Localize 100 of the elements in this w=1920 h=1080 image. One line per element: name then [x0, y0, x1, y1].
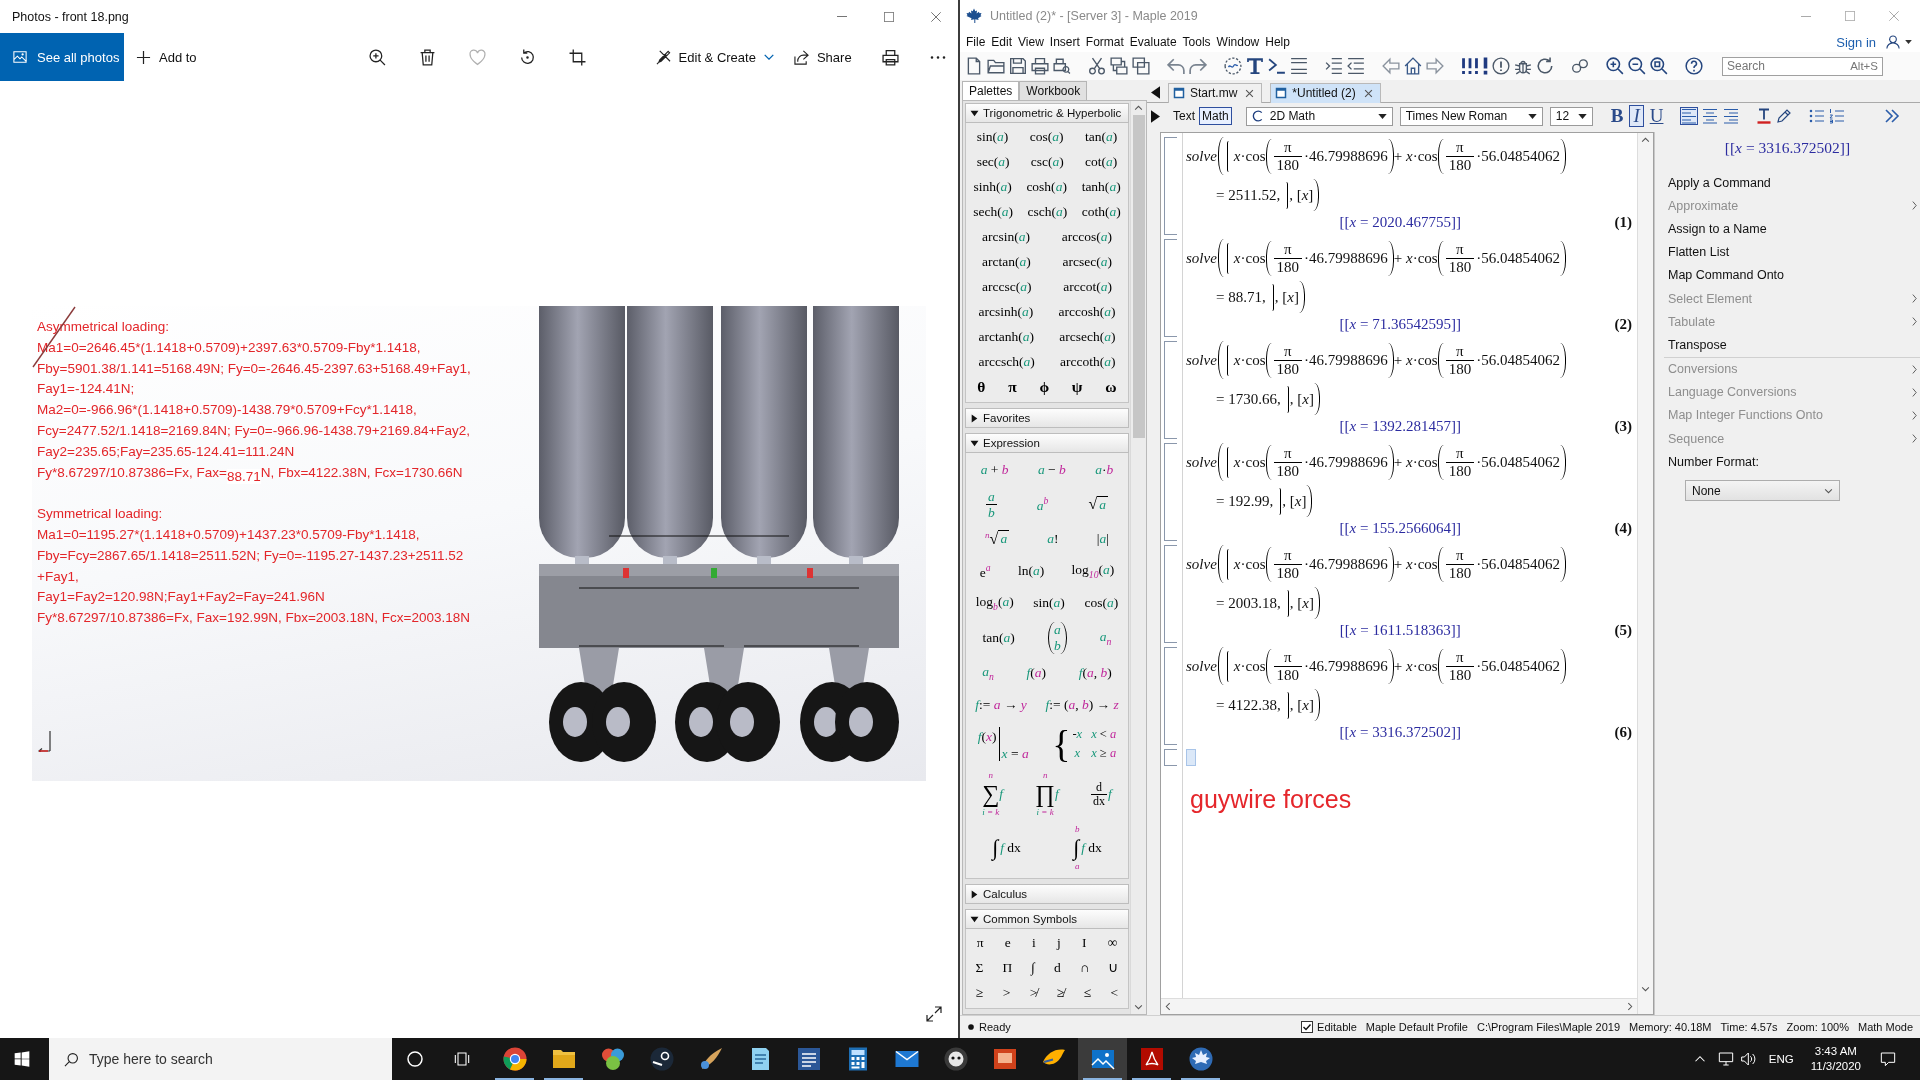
insert-text-icon[interactable] — [1246, 57, 1264, 75]
palette-item[interactable]: a! — [1046, 531, 1060, 547]
align-center-icon[interactable] — [1702, 108, 1719, 124]
palette-item[interactable]: ψ — [1070, 377, 1084, 396]
palette-item[interactable]: ∪ — [1107, 959, 1120, 976]
mode-toggle[interactable]: Math — [1199, 107, 1232, 125]
document-icon[interactable] — [1139, 1047, 1164, 1071]
document-icon[interactable] — [796, 1047, 821, 1071]
new-document-icon[interactable] — [965, 57, 983, 75]
search-field[interactable]: Search Alt+S — [1722, 56, 1883, 76]
section-icon[interactable] — [1290, 57, 1308, 75]
menu-item[interactable]: Evaluate — [1126, 35, 1180, 49]
palette-item[interactable]: f:= (a, b) → z — [1044, 697, 1120, 713]
print-icon[interactable] — [881, 48, 899, 66]
palette-item[interactable]: arccosh(a) — [1057, 303, 1117, 320]
palette-item[interactable]: cos(a) — [1028, 128, 1065, 145]
user-icon[interactable] — [1886, 35, 1900, 49]
palette-item[interactable]: f(a, b) — [1077, 665, 1113, 681]
palette-item[interactable]: |a| — [1095, 531, 1110, 547]
palette-item[interactable]: ≥ — [974, 984, 985, 1001]
palette-item[interactable]: sech(a) — [972, 203, 1014, 220]
menu-item[interactable]: Edit — [988, 35, 1016, 49]
palette-item[interactable]: a$^{b}$ — [1035, 495, 1050, 514]
palette-item[interactable]: tanh(a) — [1080, 178, 1122, 195]
task-view-icon[interactable] — [454, 1051, 470, 1067]
scroll-right-icon[interactable] — [1627, 1002, 1633, 1011]
exclamation-icon[interactable] — [1483, 57, 1488, 75]
palette-item[interactable]: I — [1081, 934, 1088, 951]
folder-icon[interactable] — [551, 1047, 576, 1071]
palette-item[interactable]: < — [1109, 984, 1120, 1001]
palette-item[interactable]: ∞ — [1106, 934, 1119, 951]
palette-item[interactable]: arctan(a) — [980, 253, 1032, 270]
brush-icon[interactable] — [698, 1047, 723, 1071]
scrollbar[interactable] — [1161, 998, 1637, 1014]
palette-header[interactable]: Expression — [965, 433, 1129, 453]
collapse-left-icon[interactable] — [1151, 85, 1160, 99]
scroll-left-icon[interactable] — [1165, 1002, 1171, 1011]
palette-item[interactable]: arccoth(a) — [1058, 353, 1117, 370]
size-dropdown[interactable]: 12 — [1549, 106, 1593, 126]
search-input[interactable]: Search — [1723, 57, 1851, 75]
print-icon[interactable] — [1031, 57, 1049, 75]
palette-item[interactable]: arccsc(a) — [980, 278, 1033, 295]
scrollbar-thumb[interactable] — [1132, 115, 1145, 438]
palette-item[interactable]: f(x) x = a — [976, 727, 1030, 761]
palette-item[interactable]: tan(a) — [981, 630, 1016, 646]
zoom-out-icon[interactable] — [1628, 57, 1646, 75]
palette-item[interactable]: cosh(a) — [1025, 178, 1068, 195]
menu-item[interactable]: View — [1015, 35, 1047, 49]
palette-item[interactable]: sec(a) — [975, 153, 1011, 170]
circles-app-icon[interactable] — [600, 1047, 625, 1071]
maximize-icon[interactable] — [884, 11, 894, 22]
undo-icon[interactable] — [1167, 57, 1185, 75]
menu-item[interactable]: Format — [1082, 35, 1127, 49]
scissors-icon[interactable] — [1088, 57, 1106, 75]
worksheet[interactable] — [1160, 132, 1654, 1015]
notification-icon[interactable] — [1880, 1051, 1896, 1067]
text-region-icon[interactable] — [1224, 57, 1242, 75]
bullet-list-icon[interactable] — [1809, 108, 1826, 124]
palette-item[interactable]: ω — [1104, 377, 1118, 396]
menu-item[interactable]: Assign to a Name — [1668, 221, 1767, 236]
panel-tab[interactable]: Workbook — [1019, 81, 1088, 100]
clock-date[interactable]: 11/3/2020 — [1810, 1059, 1861, 1074]
see-all-photos-button[interactable]: See all photos — [0, 33, 124, 81]
palette-item[interactable]: > — [1001, 984, 1012, 1001]
refresh-icon[interactable] — [1536, 57, 1554, 75]
group-bracket[interactable] — [1164, 341, 1177, 439]
italic-button[interactable]: I — [1629, 105, 1644, 127]
trash-icon[interactable] — [418, 48, 436, 66]
face-icon[interactable] — [943, 1047, 968, 1071]
palette-item[interactable]: sinh(a) — [972, 178, 1013, 195]
palette-item[interactable]: sin(a) — [1032, 595, 1066, 611]
palette-item[interactable]: arccot(a) — [1062, 278, 1114, 295]
palette-header[interactable]: Favorites — [965, 408, 1129, 428]
palette-item[interactable]: log$_{10}$(a) — [1070, 562, 1116, 580]
ring-icon[interactable] — [407, 1051, 423, 1067]
bold-button[interactable]: B — [1606, 105, 1628, 127]
zoom-icon[interactable] — [1650, 57, 1668, 75]
speaker-icon[interactable] — [1740, 1051, 1757, 1067]
image-icon[interactable] — [1090, 1047, 1115, 1071]
scrollbar[interactable] — [1637, 133, 1653, 1014]
palette-item[interactable]: e — [1003, 934, 1012, 951]
highlighter-icon[interactable] — [1776, 108, 1793, 124]
menu-item[interactable]: Insert — [1046, 35, 1083, 49]
align-left-icon[interactable] — [1681, 108, 1698, 124]
sign-in-link[interactable]: Sign in — [1836, 34, 1876, 50]
copy-icon[interactable] — [1110, 57, 1128, 75]
palette-item[interactable]: π — [975, 934, 985, 951]
palette-item[interactable]: n ∑ i = k f — [981, 770, 1004, 818]
print-preview-icon[interactable] — [1053, 57, 1071, 75]
document-tab[interactable]: Start.mw — [1168, 82, 1263, 103]
palette-item[interactable]: a$_{n}$ — [1098, 629, 1113, 647]
palette-header[interactable]: Calculus — [965, 884, 1129, 904]
open-folder-icon[interactable] — [987, 57, 1005, 75]
mode-toggle[interactable]: Text — [1170, 107, 1198, 125]
menu-item[interactable]: File — [963, 35, 989, 49]
palette-item[interactable]: ∫ — [1030, 959, 1036, 976]
menu-item[interactable]: Window — [1213, 35, 1263, 49]
network-icon[interactable] — [1717, 1051, 1734, 1067]
chevron-up-icon[interactable] — [1693, 1056, 1706, 1062]
fullscreen-icon[interactable] — [926, 1006, 942, 1022]
